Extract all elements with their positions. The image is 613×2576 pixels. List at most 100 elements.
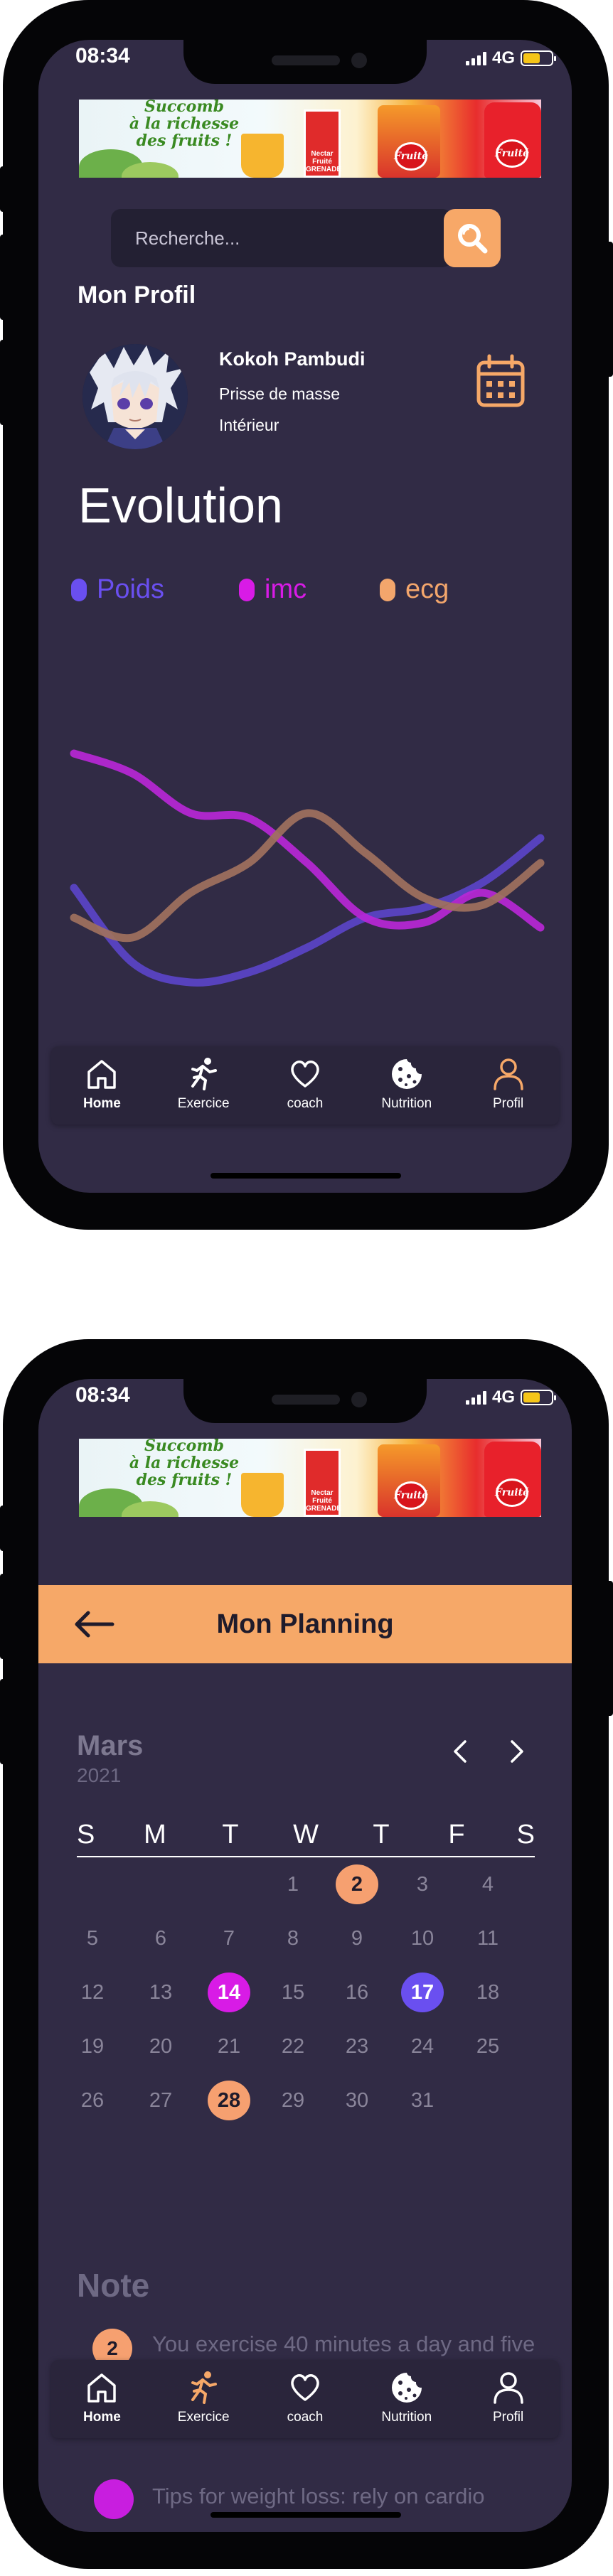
legend-item-poids[interactable]: Poids [71, 574, 164, 605]
calendar-day[interactable]: 9 [336, 1918, 378, 1958]
calendar-day[interactable]: 8 [272, 1918, 314, 1958]
banner-line-2: à la richesse [129, 1454, 240, 1472]
nav-item-home[interactable]: Home [51, 2360, 153, 2438]
banner-slogan: Succomb à la richesse des fruits ! [113, 100, 255, 150]
arrow-left-icon [75, 1611, 114, 1638]
calendar-icon [476, 354, 525, 407]
nav-item-profil[interactable]: Profil [457, 1046, 559, 1125]
search-input[interactable] [111, 209, 452, 267]
calendar-day[interactable]: 1 [272, 1864, 314, 1904]
banner-line-3: des fruits ! [136, 1471, 233, 1489]
calendar-day[interactable]: 6 [139, 1918, 182, 1958]
calendar-body: 1 2 3 4 5 6 7 8 9 10 11 12 13 14 15 16 17 18 19 20 21 22 23 24 2… [77, 1857, 535, 2127]
pack-label: Nectar Fruité GRENADE [306, 1489, 342, 1513]
speaker [272, 1395, 340, 1405]
calendar-week-row: 19 20 21 22 23 24 25 [77, 2019, 535, 2073]
prev-month-button[interactable] [447, 1736, 475, 1767]
calendar-day[interactable]: 12 [71, 1973, 114, 2012]
bottom-nav: Home Exercice coach Nutrition Profil [51, 2360, 559, 2438]
legend-item-imc[interactable]: imc [239, 574, 306, 605]
calendar-day[interactable]: 24 [401, 2027, 444, 2066]
battery-icon [521, 1390, 556, 1405]
status-time: 08:34 [75, 1383, 130, 1407]
calendar-day[interactable]: 3 [401, 1864, 444, 1904]
legend-label: imc [265, 574, 307, 604]
nav-item-coach[interactable]: coach [255, 1046, 356, 1125]
screen: 08:34 4G Succomb à la richesse des fruit… [38, 40, 572, 1193]
calendar-day[interactable]: 29 [272, 2081, 314, 2120]
nav-label: Profil [492, 1096, 524, 1111]
calendar-day-highlighted[interactable]: 17 [401, 1973, 444, 2012]
pack-label-line-1: Nectar Fruité [311, 1489, 334, 1505]
calendar-day[interactable]: 11 [467, 1918, 509, 1958]
status-indicators: 4G [465, 1388, 556, 1407]
notch [183, 40, 427, 84]
weekday-label: T [222, 1820, 239, 1850]
calendar-day[interactable]: 10 [401, 1918, 444, 1958]
weekday-label: S [516, 1820, 535, 1850]
calendar-day-highlighted[interactable]: 14 [208, 1973, 250, 2012]
calendar-day-highlighted[interactable]: 2 [336, 1864, 378, 1904]
ad-banner[interactable]: Succomb à la richesse des fruits ! Necta… [79, 1439, 541, 1517]
calendar-week-row: 26 27 28 29 30 31 [77, 2073, 535, 2127]
calendar-day[interactable]: 20 [139, 2027, 182, 2066]
calendar-day[interactable]: 7 [208, 1918, 250, 1958]
banner-line-1: Succomb [144, 100, 224, 116]
signal-icon [465, 1390, 486, 1405]
pack-label-line-2: GRENADE [306, 1505, 342, 1513]
calendar-day-highlighted[interactable]: 28 [208, 2081, 250, 2120]
calendar-day[interactable]: 22 [272, 2027, 314, 2066]
calendar-day[interactable]: 16 [336, 1973, 378, 2012]
calendar-week-row: 1234 [77, 1857, 535, 1911]
calendar-day[interactable]: 21 [208, 2027, 250, 2066]
nav-label: Exercice [177, 1096, 230, 1111]
nav-item-home[interactable]: Home [51, 1046, 153, 1125]
search-icon [458, 224, 488, 254]
nav-item-profil[interactable]: Profil [457, 2360, 559, 2438]
calendar-day[interactable]: 4 [467, 1864, 509, 1904]
phone-profile: 08:34 4G Succomb à la richesse des fruit… [0, 0, 613, 1237]
calendar-day[interactable]: 15 [272, 1973, 314, 2012]
back-button[interactable] [73, 1606, 115, 1642]
weekday-label: F [448, 1820, 465, 1850]
ad-banner[interactable]: Succomb à la richesse des fruits ! Necta… [79, 100, 541, 178]
calendar-day[interactable]: 26 [71, 2081, 114, 2120]
avatar[interactable] [82, 344, 188, 449]
nav-item-coach[interactable]: coach [255, 2360, 356, 2438]
juice-glass-image [241, 134, 284, 178]
next-month-button[interactable] [502, 1736, 531, 1767]
calendar-day[interactable]: 19 [71, 2027, 114, 2066]
runner-icon [191, 2371, 218, 2404]
nav-item-exercice[interactable]: Exercice [153, 1046, 255, 1125]
legend-item-ecg[interactable]: ecg [380, 574, 449, 605]
juice-glass-image [241, 1473, 284, 1517]
bottom-nav: Home Exercice coach Nutrition Profil [51, 1046, 559, 1125]
note-text: Tips for weight loss: rely on cardio [152, 2484, 485, 2508]
calendar-day[interactable]: 13 [139, 1973, 182, 2012]
note-badge [94, 2479, 134, 2519]
nav-item-exercice[interactable]: Exercice [153, 2360, 255, 2438]
home-icon [87, 1060, 117, 1089]
calendar-day[interactable]: 18 [467, 1973, 509, 2012]
calendar-day[interactable]: 25 [467, 2027, 509, 2066]
legend-label: ecg [405, 574, 449, 604]
search-button[interactable] [444, 209, 501, 267]
nav-item-nutrition[interactable]: Nutrition [356, 2360, 457, 2438]
calendar-year: 2021 [77, 1764, 122, 1786]
calendar-day[interactable]: 5 [71, 1918, 114, 1958]
weekday-label: S [77, 1820, 95, 1850]
calendar-day[interactable]: 30 [336, 2081, 378, 2120]
legend-dot [380, 578, 395, 601]
calendar-day[interactable]: 31 [401, 2081, 444, 2120]
calendar-week-row: 12 13 14 15 16 17 18 [77, 1965, 535, 2019]
nav-item-nutrition[interactable]: Nutrition [356, 1046, 457, 1125]
cookie-icon [391, 2373, 422, 2403]
calendar-day[interactable]: 27 [139, 2081, 182, 2120]
calendar-button[interactable] [475, 354, 526, 409]
calendar-day[interactable]: 23 [336, 2027, 378, 2066]
banner-line-3: des fruits ! [136, 132, 233, 150]
brand-logo: Fruité [394, 142, 428, 171]
planning-header: Mon Planning [38, 1585, 572, 1663]
brand-logo: Fruité [394, 1481, 428, 1510]
chevron-left-icon [454, 1740, 467, 1763]
